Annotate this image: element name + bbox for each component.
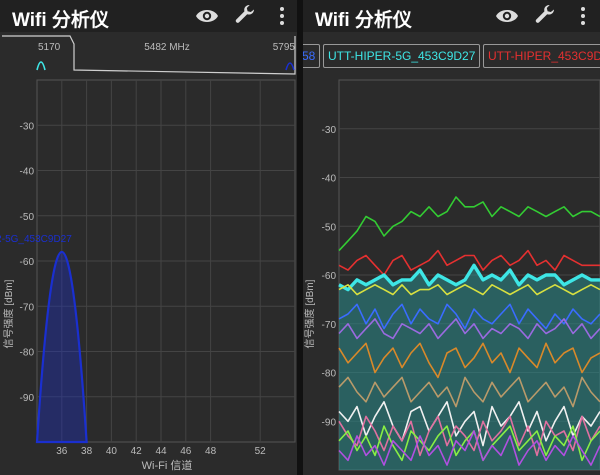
y-tick-label: -30 <box>20 121 35 132</box>
range-end-label: 5795 <box>273 42 296 53</box>
y-tick-label: -70 <box>322 320 337 331</box>
x-tick-label: 40 <box>106 446 118 457</box>
range-start-label: 5170 <box>38 42 61 53</box>
time-graph[interactable]: -30 -40 -50 -60 -70 -80 -90 信号强度 [dBm] <box>303 32 600 475</box>
y-tick-label: -90 <box>20 393 35 404</box>
frequency-range-bar[interactable]: 5170 5482 MHz 5795 <box>2 35 296 75</box>
wrench-icon[interactable] <box>533 4 557 28</box>
y-tick-label: -80 <box>322 369 337 380</box>
app-bar: Wifi 分析仪 <box>303 0 600 32</box>
mini-peak-cyan <box>36 61 46 71</box>
x-tick-label: 44 <box>155 446 167 457</box>
x-tick-label: 48 <box>205 446 217 457</box>
app-title: Wifi 分析仪 <box>315 10 412 31</box>
range-center-label: 5482 MHz <box>144 42 190 53</box>
channel-graph[interactable]: 5170 5482 MHz 5795 PER-5G_453C9D27 -30 -4… <box>0 32 297 475</box>
y-tick-label: -60 <box>20 257 35 268</box>
y-tick-label: -40 <box>322 174 337 185</box>
mini-peak-blue <box>285 62 295 71</box>
y-axis-label: 信号强度 [dBm] <box>2 279 15 348</box>
y-tick-label: -30 <box>322 125 337 136</box>
y-tick-label: -60 <box>322 271 337 282</box>
y-tick-label: -70 <box>20 302 35 313</box>
x-axis-label: Wi-Fi 信道 <box>142 458 193 472</box>
app-title: Wifi 分析仪 <box>12 10 109 31</box>
channel-graph-panel: Wifi 分析仪 5170 5482 MHz 5795 PER-5G_453C9… <box>0 0 297 475</box>
y-tick-label: -80 <box>20 348 35 359</box>
x-tick-label: 38 <box>81 446 93 457</box>
eye-icon[interactable] <box>495 4 519 28</box>
y-axis-label: 信号强度 [dBm] <box>303 279 316 348</box>
app-bar: Wifi 分析仪 <box>0 0 297 32</box>
overflow-menu-icon[interactable] <box>270 4 294 28</box>
overflow-menu-icon[interactable] <box>571 4 595 28</box>
x-tick-label: 52 <box>255 446 267 457</box>
eye-icon[interactable] <box>195 4 219 28</box>
x-tick-label: 46 <box>180 446 192 457</box>
network-signal-curve[interactable] <box>35 251 88 444</box>
x-tick-label: 42 <box>131 446 143 457</box>
x-tick-label: 36 <box>56 446 68 457</box>
y-tick-label: -50 <box>322 222 337 233</box>
wrench-icon[interactable] <box>233 4 257 28</box>
y-tick-label: -90 <box>322 417 337 428</box>
network-signal-line[interactable] <box>338 196 600 252</box>
time-graph-panel: Wifi 分析仪 58 UTT-HIPER-5G_453C9D27 UTT-HI… <box>303 0 600 475</box>
y-tick-label: -50 <box>20 212 35 223</box>
y-tick-label: -40 <box>20 167 35 178</box>
network-name-label: PER-5G_453C9D27 <box>0 234 72 245</box>
